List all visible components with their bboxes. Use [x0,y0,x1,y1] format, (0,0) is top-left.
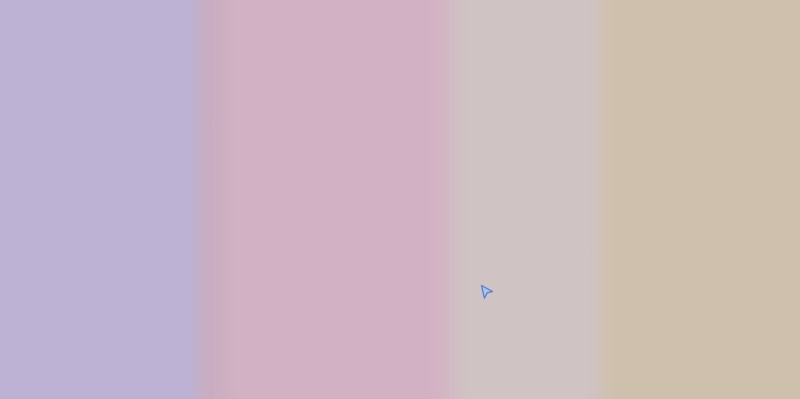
screen-canvas [0,0,800,399]
background-band-rose [200,0,450,399]
background-band-sand [600,0,800,399]
background-band-lavender [0,0,200,399]
background-band-blush [450,0,600,399]
